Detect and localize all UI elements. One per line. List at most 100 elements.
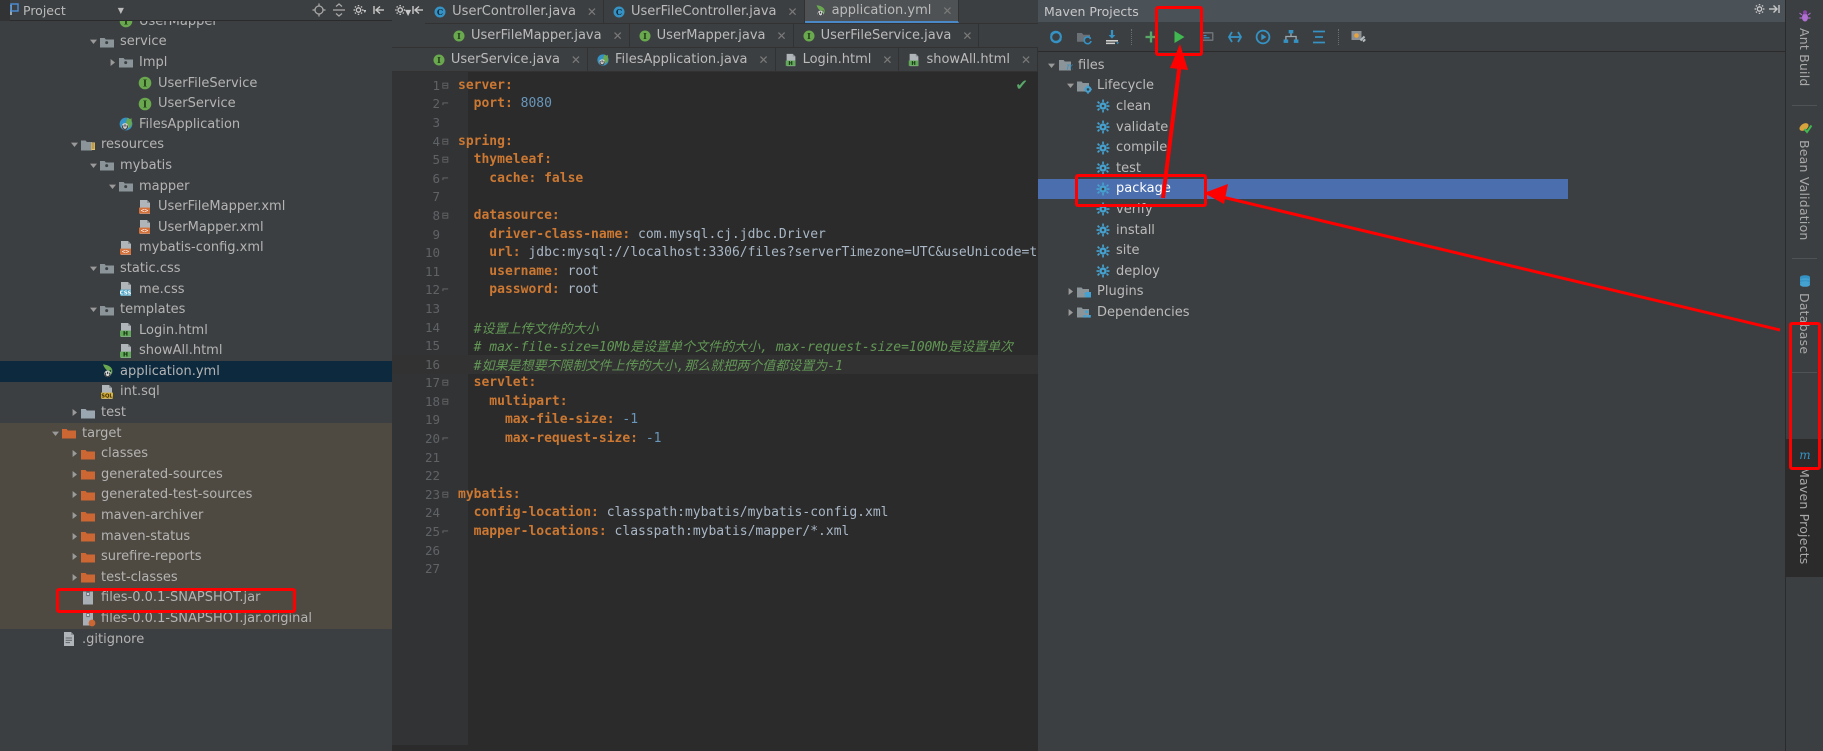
code-line[interactable]: 20 ⌐ max-request-size: -1 [392,429,1038,448]
editor-tab-userfilemapper-java[interactable]: I UserFileMapper.java ✕ [444,24,630,47]
editor-tab-usermapper-java[interactable]: I UserMapper.java ✕ [629,24,794,47]
code-line[interactable]: 13 [392,299,1038,318]
code-line[interactable]: 8 ⊟ datasource: [392,206,1038,225]
code-line[interactable]: 1 ⊟ server: [392,76,1038,95]
maven-tree-item-plugins[interactable]: Plugins [1038,282,1785,303]
code-line[interactable]: 23 ⊟ mybatis: [392,485,1038,504]
editor-tab-userfilecontroller-java[interactable]: C UserFileController.java ✕ [603,0,805,23]
locate-icon[interactable] [310,2,328,18]
code-line[interactable]: 10 url: jdbc:mysql://localhost:3306/file… [392,243,1038,262]
project-tree-item-templates[interactable]: templates [0,299,392,320]
close-icon[interactable]: ✕ [587,6,597,18]
chevron-down-icon[interactable] [1065,80,1076,91]
fold-toggle-icon[interactable]: ⊟ [442,395,449,408]
code-line[interactable]: 9 driver-class-name: com.mysql.cj.jdbc.D… [392,225,1038,244]
hide-icon[interactable] [411,3,425,21]
execute-goal-icon[interactable] [1251,25,1275,49]
project-tree-item-generated-sources[interactable]: generated-sources [0,464,392,485]
chevron-down-icon[interactable] [107,181,118,192]
editor-tab-userservice-java[interactable]: I UserService.java ✕ [423,48,588,71]
chevron-right-icon[interactable] [69,469,80,480]
chevron-down-icon[interactable] [50,428,61,439]
code-line[interactable]: 18 ⊟ multipart: [392,392,1038,411]
fold-end-icon[interactable]: ⌐ [442,172,449,185]
code-line[interactable]: 7 [392,188,1038,207]
code-line[interactable]: 14 #设置上传文件的大小 [392,318,1038,337]
chevron-down-icon[interactable] [88,304,99,315]
project-tree-item-maven-archiver[interactable]: maven-archiver [0,505,392,526]
maven-tree-item-install[interactable]: install [1038,220,1785,241]
project-tree-item-target[interactable]: target [0,422,392,444]
code-line[interactable]: 11 username: root [392,262,1038,281]
sidebar-tab-maven-projects[interactable]: m Maven Projects [1786,439,1823,577]
sidebar-tab-database[interactable]: Database [1786,265,1823,366]
hide-icon[interactable] [370,2,388,18]
project-tree-item-userservice[interactable]: I UserService [0,93,392,114]
code-line[interactable]: 6 ⌐ cache: false [392,169,1038,188]
code-line[interactable]: 5 ⊟ thymeleaf: [392,150,1038,169]
project-tree-item-showall-html[interactable]: HshowAll.html [0,341,392,362]
chevron-down-icon[interactable] [88,160,99,171]
close-icon[interactable]: ✕ [759,54,769,66]
reimport-icon[interactable] [1044,25,1068,49]
project-tree-item-test[interactable]: test [0,402,392,423]
project-tree-item-test-classes[interactable]: test-classes [0,567,392,588]
close-icon[interactable]: ✕ [1021,54,1031,66]
fold-end-icon[interactable]: ⌐ [442,432,449,445]
sidebar-tab-ant-build[interactable]: Ant Build [1786,0,1823,99]
hide-icon[interactable] [1767,2,1781,20]
inspection-ok-icon[interactable]: ✔ [1015,76,1028,94]
chevron-right-icon[interactable] [69,572,80,583]
fold-toggle-icon[interactable]: ⊟ [442,376,449,389]
maven-tree-item-test[interactable]: test [1038,158,1785,179]
editor-tab-userfileservice-java[interactable]: I UserFileService.java ✕ [793,24,980,47]
chevron-down-icon[interactable]: ▼ [118,6,124,15]
project-tree-item-userfilemapper-xml[interactable]: <> UserFileMapper.xml [0,196,392,217]
project-tree-item-classes[interactable]: classes [0,443,392,465]
code-line[interactable]: 25 ⌐ mapper-locations: classpath:mybatis/… [392,522,1038,541]
chevron-right-icon[interactable] [107,57,118,68]
chevron-down-icon[interactable] [1046,60,1057,71]
code-line[interactable]: 22 [392,466,1038,485]
project-tree-item-mapper[interactable]: mapper [0,176,392,197]
project-tree-item-login-html[interactable]: H Login.html [0,320,392,341]
close-icon[interactable]: ✕ [882,54,892,66]
chevron-right-icon[interactable] [69,489,80,500]
fold-toggle-icon[interactable]: ⊟ [442,79,449,92]
run-maven-build-icon[interactable] [1167,25,1191,49]
project-tree-item-resources[interactable]: resources [0,135,392,156]
editor-tab-login-html[interactable]: H Login.html ✕ [775,48,900,71]
editor-tab-filesapplication-java[interactable]: FilesApplication.java ✕ [587,48,776,71]
code-line[interactable]: 21 [392,448,1038,467]
maven-tree-item-deploy[interactable]: deploy [1038,261,1785,282]
chevron-down-icon[interactable] [88,36,99,47]
project-tree-item-service[interactable]: service [0,32,392,53]
chevron-right-icon[interactable] [69,551,80,562]
fold-toggle-icon[interactable]: ⊟ [442,488,449,501]
chevron-down-icon[interactable] [69,139,80,150]
project-tree-item-maven-status[interactable]: maven-status [0,525,392,547]
project-tree-item-generated-test-sources[interactable]: generated-test-sources [0,484,392,506]
code-line[interactable]: 17 ⊟ servlet: [392,374,1038,393]
code-line[interactable]: 2 ⌐ port: 8080 [392,95,1038,114]
chevron-right-icon[interactable] [69,407,80,418]
project-file-tree[interactable]: I UserMapper service Impl I UserFileService I U… [0,21,392,751]
fold-end-icon[interactable]: ⌐ [442,97,449,110]
maven-settings-icon[interactable] [1346,25,1370,49]
project-tree-item-mybatis-config-xml[interactable]: <> mybatis-config.xml [0,238,392,259]
project-tree-item-mybatis[interactable]: mybatis [0,155,392,176]
code-line[interactable]: 4 ⊟ spring: [392,132,1038,151]
project-tree-item-filesapplication[interactable]: FilesApplication [0,114,392,135]
close-icon[interactable]: ✕ [962,30,972,42]
project-tree-item-files-0-0-1-snapshot-jar-original[interactable]: files-0.0.1-SNAPSHOT.jar.original [0,608,392,629]
maven-tree-item-package[interactable]: package [1038,178,1568,200]
code-editor[interactable]: 1 ⊟ server: 2 ⌐ port: 8080 3 4 ⊟ spring: 5 ⊟ thyme… [392,72,1038,745]
sidebar-tab-bean-validation[interactable]: Bean Validation [1786,112,1823,253]
project-tree-item-me-css[interactable]: CSS me.css [0,279,392,300]
close-icon[interactable]: ✕ [777,30,787,42]
chevron-right-icon[interactable] [69,531,80,542]
project-tree-item-surefire-reports[interactable]: surefire-reports [0,546,392,568]
collapse-all-icon[interactable] [330,2,348,18]
skip-tests-icon[interactable] [1223,25,1247,49]
chevron-right-icon[interactable] [69,510,80,521]
